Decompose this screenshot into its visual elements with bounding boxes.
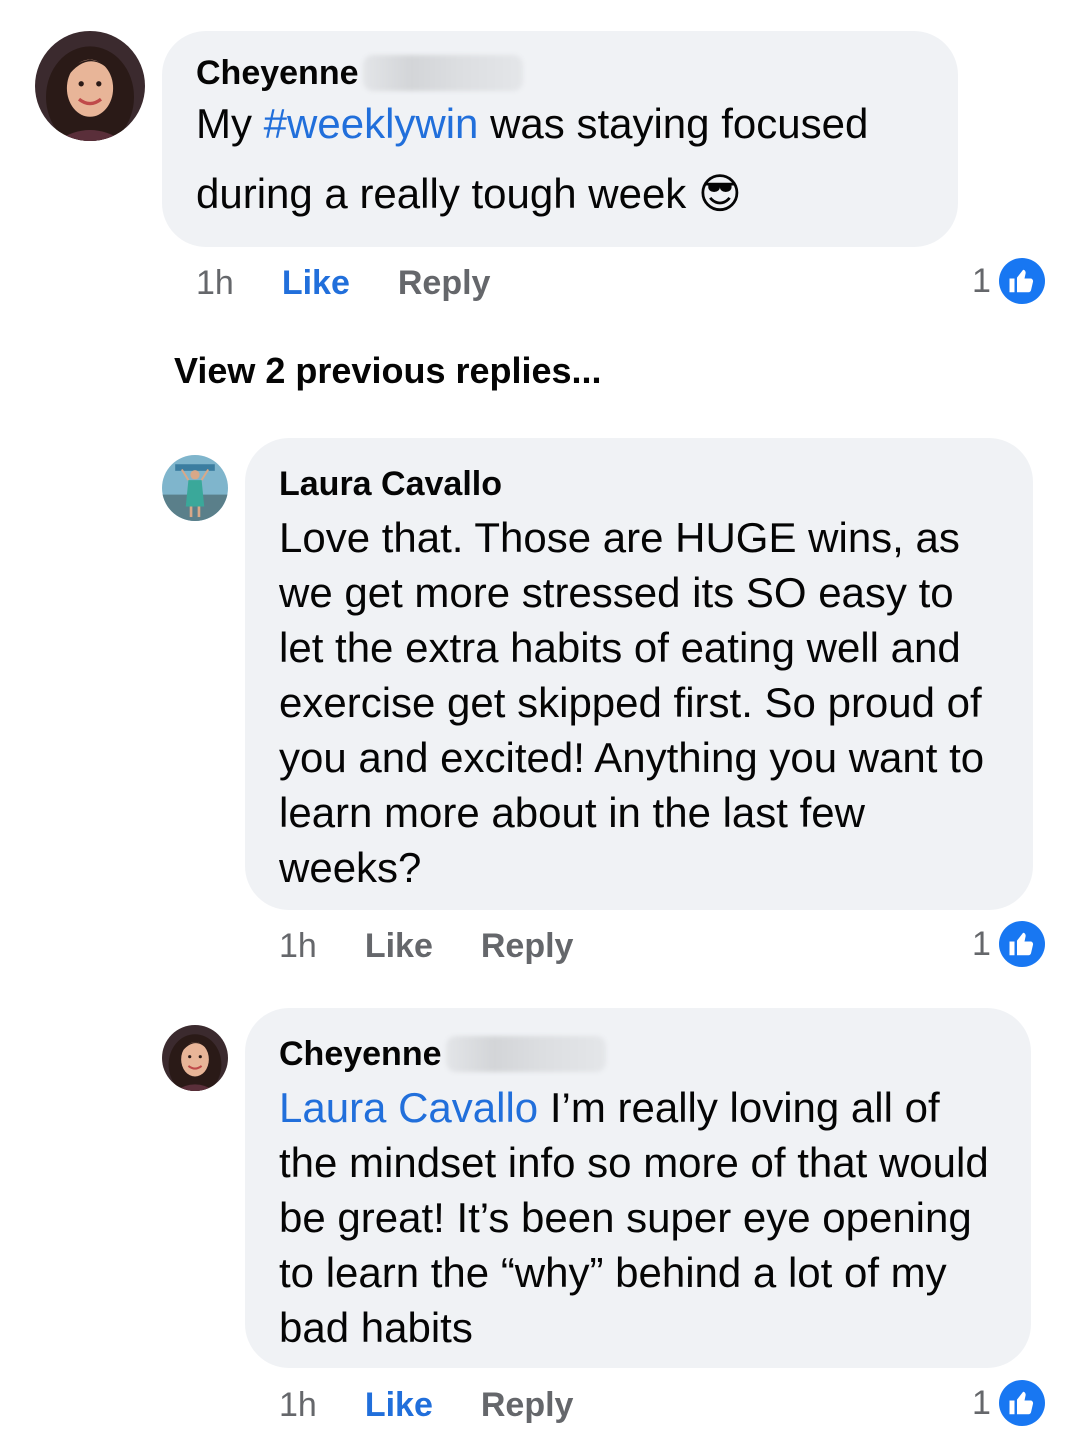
avatar[interactable] — [162, 455, 228, 521]
hashtag-link[interactable]: #weeklywin — [264, 100, 479, 147]
profile-photo-icon — [35, 31, 145, 141]
blurred-surname — [445, 1036, 606, 1072]
comment-actions: 1h Like Reply — [279, 1385, 573, 1425]
comment-bubble: Laura Cavallo Love that. Those are HUGE … — [245, 438, 1033, 910]
comment-actions: 1h Like Reply — [279, 926, 573, 966]
reaction-count-number: 1 — [972, 924, 991, 963]
view-previous-replies-link[interactable]: View 2 previous replies... — [174, 350, 602, 392]
comment-author[interactable]: Cheyenne — [279, 1034, 442, 1074]
sunglasses-emoji-icon: 😎 — [697, 170, 742, 217]
reply-button[interactable]: Reply — [481, 1385, 574, 1425]
comment-text: My #weeklywin was staying focused during… — [196, 89, 924, 229]
blurred-surname — [362, 55, 523, 91]
comment-text: Laura Cavallo I’m really loving all of t… — [279, 1080, 997, 1355]
thumbs-up-icon — [998, 1380, 1045, 1426]
comment-text-segment: My — [196, 100, 264, 147]
comment-author[interactable]: Cheyenne — [196, 53, 359, 93]
reaction-count[interactable]: 1 — [972, 258, 1045, 304]
mention-link[interactable]: Laura Cavallo — [279, 1084, 538, 1131]
comment-text: Love that. Those are HUGE wins, as we ge… — [279, 514, 985, 891]
reaction-count-number: 1 — [972, 1383, 991, 1422]
avatar[interactable] — [35, 31, 145, 141]
thumbs-up-icon — [998, 921, 1045, 967]
comment-author[interactable]: Laura Cavallo — [279, 464, 502, 504]
like-button[interactable]: Like — [365, 926, 433, 966]
reaction-count-number: 1 — [972, 261, 991, 300]
comment-bubble: Cheyenne Laura Cavallo I’m really loving… — [245, 1008, 1031, 1368]
comment-actions: 1h Like Reply — [196, 263, 490, 303]
comment-timestamp[interactable]: 1h — [279, 926, 317, 966]
profile-photo-icon — [162, 1025, 228, 1091]
like-button[interactable]: Like — [365, 1385, 433, 1425]
profile-photo-icon — [162, 455, 228, 521]
like-button[interactable]: Like — [282, 263, 350, 303]
reply-button[interactable]: Reply — [481, 926, 574, 966]
comment-timestamp[interactable]: 1h — [196, 263, 234, 303]
reply-button[interactable]: Reply — [398, 263, 491, 303]
thumbs-up-icon — [998, 258, 1045, 304]
avatar[interactable] — [162, 1025, 228, 1091]
reaction-count[interactable]: 1 — [972, 921, 1045, 967]
comment-bubble: Cheyenne My #weeklywin was staying focus… — [162, 31, 958, 247]
reaction-count[interactable]: 1 — [972, 1380, 1045, 1426]
comment-timestamp[interactable]: 1h — [279, 1385, 317, 1425]
